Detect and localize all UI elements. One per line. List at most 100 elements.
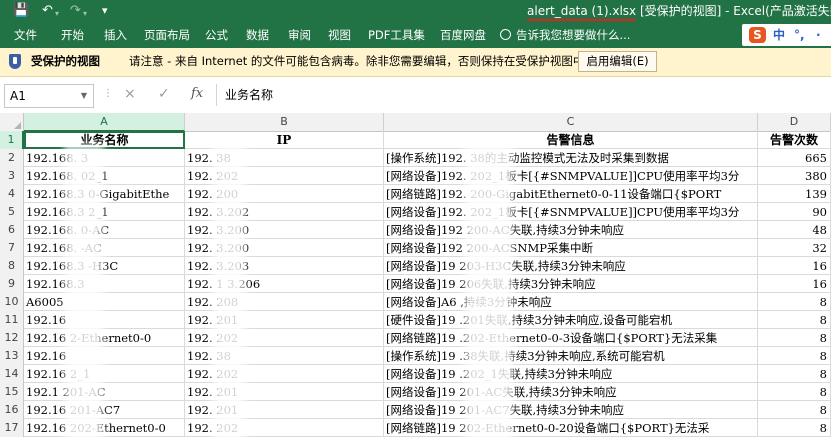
redo-icon[interactable]: ↷ [70,3,81,19]
table-cell[interactable]: 8 [758,311,831,329]
sogou-logo-icon[interactable]: S [749,27,766,43]
table-cell[interactable]: 8 [758,383,831,401]
table-cell[interactable]: 192.168.3 [24,275,185,293]
row-header[interactable]: 17 [0,419,24,437]
row-header[interactable]: 10 [0,293,24,312]
row-header[interactable]: 3 [0,167,24,186]
row-header[interactable]: 2 [0,149,24,168]
header-cell[interactable]: 告警次数 [758,131,831,149]
table-cell[interactable]: 192.16 2_1 [24,365,185,383]
table-cell[interactable]: 48 [758,221,831,239]
ime-language-toggle[interactable]: 中 [773,27,785,43]
row-header[interactable]: 13 [0,347,24,366]
tab-pdf-tools[interactable]: PDF工具集 [368,27,425,43]
table-cell[interactable]: 192.168.3 0-GigabitEthe [24,185,185,203]
table-cell[interactable]: 192.168. 02_1 [24,167,185,185]
table-cell[interactable]: 192. 201 [185,311,384,329]
row-header[interactable]: 14 [0,365,24,384]
row-header[interactable]: 11 [0,311,24,330]
header-cell[interactable]: 告警信息 [384,131,758,149]
row-header[interactable]: 4 [0,185,24,204]
tell-me-box[interactable]: 告诉我您想要做什么... [500,27,630,43]
table-cell[interactable]: 16 [758,257,831,275]
table-cell[interactable]: 192. 201 [185,401,384,419]
table-cell[interactable]: [网络设备]19 206失联,持续3分钟未响应 [384,275,758,293]
formula-input[interactable]: 业务名称 [216,84,831,106]
table-cell[interactable]: 192.16 2-Ethernet0-0 [24,329,185,347]
table-cell[interactable]: 380 [758,167,831,185]
table-cell[interactable]: 192.168.3 -H3C [24,257,185,275]
table-cell[interactable]: 192.1 201-AC [24,383,185,401]
table-cell[interactable]: 8 [758,419,831,437]
table-cell[interactable]: [网络设备]19 201-AC失联,持续3分钟未响应 [384,383,758,401]
table-cell[interactable]: 192. 38 [185,347,384,365]
table-cell[interactable]: [网络设备]192. 202_1板卡[{#SNMPVALUE]]CPU使用率平均… [384,167,758,185]
tab-home[interactable]: 开始 [61,27,84,43]
column-header-c[interactable]: C [384,113,758,131]
table-cell[interactable]: 192.16 202-Ethernet0-0 [24,419,185,437]
enable-editing-button[interactable]: 启用编辑(E) [578,51,657,72]
table-cell[interactable]: 192.168. 0-AC [24,221,185,239]
table-cell[interactable]: 192.16 [24,311,185,329]
name-box[interactable]: A1 ▼ [4,84,94,108]
row-header[interactable]: 16 [0,401,24,420]
insert-function-icon[interactable]: fx [191,85,203,103]
table-cell[interactable]: 192. 200 [185,185,384,203]
save-icon[interactable]: 💾 [13,3,29,19]
table-cell[interactable]: 139 [758,185,831,203]
row-header[interactable]: 8 [0,257,24,276]
table-cell[interactable]: [操作系统]19 .38失联,持续3分钟未响应,系统可能宕机 [384,347,758,365]
column-header-b[interactable]: B [185,113,384,131]
row-header[interactable]: 12 [0,329,24,348]
tab-data[interactable]: 数据 [246,27,269,43]
cancel-icon[interactable]: × [124,85,136,103]
table-cell[interactable]: [网络设备]19 203-H3C失联,持续3分钟未响应 [384,257,758,275]
row-header[interactable]: 7 [0,239,24,258]
table-cell[interactable]: 192. 38 [185,149,384,167]
table-cell[interactable]: 16 [758,275,831,293]
table-cell[interactable]: 192.168. -AC [24,239,185,257]
table-cell[interactable]: 8 [758,401,831,419]
tab-view[interactable]: 视图 [328,27,351,43]
table-cell[interactable]: 192. 202 [185,329,384,347]
tab-formulas[interactable]: 公式 [205,27,228,43]
undo-icon[interactable]: ↶ [42,3,53,19]
chevron-down-icon[interactable]: ▼ [76,85,87,107]
row-header[interactable]: 6 [0,221,24,240]
table-cell[interactable]: 8 [758,365,831,383]
header-cell[interactable]: 业务名称 [24,131,185,149]
table-cell[interactable]: 192. 3.200 [185,221,384,239]
undo-dropdown-icon[interactable]: ▾ [55,6,59,22]
table-cell[interactable]: 192.16 201-AC7 [24,401,185,419]
table-cell[interactable]: 192. 208 [185,293,384,311]
header-cell[interactable]: IP [185,131,384,149]
row-header[interactable]: 1 [0,131,24,150]
table-cell[interactable]: 8 [758,347,831,365]
table-cell[interactable]: [网络设备]19 .202_1失联,持续3分钟未响应 [384,365,758,383]
table-cell[interactable]: A6005 [24,293,185,311]
table-cell[interactable]: [网络设备]19 201-AC7失联,持续3分钟未响应 [384,401,758,419]
row-header[interactable]: 5 [0,203,24,222]
table-cell[interactable]: [网络链路]19 202-Ethernet0-0-20设备端口{$PORT}无法… [384,419,758,437]
ime-punctuation-toggle[interactable]: °, [794,27,805,43]
table-cell[interactable]: 192. 202 [185,419,384,437]
check-icon[interactable]: ✓ [158,85,170,103]
table-cell[interactable]: 192. 3.203 [185,257,384,275]
table-cell[interactable]: [网络设备]192 200-ACSNMP采集中断 [384,239,758,257]
table-cell[interactable]: 665 [758,149,831,167]
table-cell[interactable]: 8 [758,329,831,347]
tab-page-layout[interactable]: 页面布局 [144,27,190,43]
table-cell[interactable]: [网络设备]192 200-AC失联,持续3分钟未响应 [384,221,758,239]
table-cell[interactable]: 192.168.3 2_1 [24,203,185,221]
row-header[interactable]: 15 [0,383,24,402]
tab-insert[interactable]: 插入 [104,27,127,43]
tab-baidu-netdisk[interactable]: 百度网盘 [440,27,486,43]
table-cell[interactable]: 192. 1 3.206 [185,275,384,293]
table-cell[interactable]: 192.168. 3 [24,149,185,167]
tab-file[interactable]: 文件 [14,27,37,43]
table-cell[interactable]: [操作系统]192. 38的主动监控模式无法及时采集到数据 [384,149,758,167]
column-header-a[interactable]: A [24,113,185,132]
select-all-button[interactable] [0,113,24,131]
ime-more[interactable]: · [816,27,821,43]
table-cell[interactable]: 192. 3.200 [185,239,384,257]
